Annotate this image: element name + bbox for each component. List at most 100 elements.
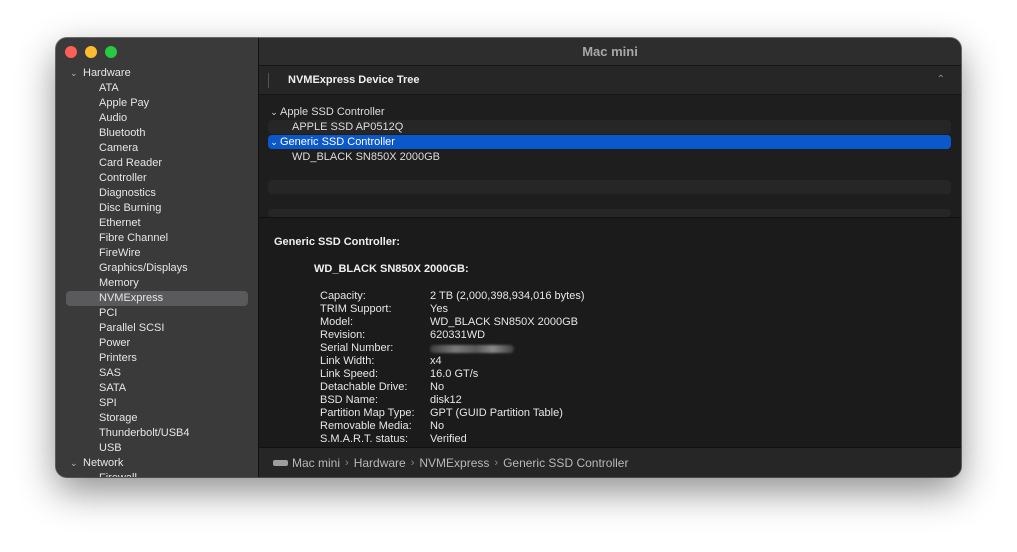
- property-value: Verified: [430, 433, 467, 445]
- tree-row-2[interactable]: ⌄ Generic SSD Controller: [268, 135, 951, 149]
- sidebar-item-pci[interactable]: PCI: [56, 306, 258, 321]
- property-value: GPT (GUID Partition Table): [430, 407, 563, 419]
- property-value: No: [430, 381, 445, 393]
- property-value: 2 TB (2,000,398,934,016 bytes): [430, 290, 585, 302]
- sidebar: ⌄ Hardware ATA Apple Pay Audio Bluetooth Camer…: [56, 38, 259, 477]
- sidebar-item-parallel-scsi[interactable]: Parallel SCSI: [56, 321, 258, 336]
- zoom-button[interactable]: [105, 46, 117, 58]
- sidebar-item-power[interactable]: Power: [56, 336, 258, 351]
- sidebar-item-label: Storage: [99, 412, 138, 424]
- property-row: BSD Name: disk12: [320, 394, 585, 407]
- property-row: Detachable Drive: No: [320, 381, 585, 394]
- sidebar-item-label: Audio: [99, 112, 128, 124]
- chevron-down-icon[interactable]: ⌄: [70, 66, 80, 81]
- property-value: WD_BLACK SN850X 2000GB: [430, 316, 578, 328]
- tree-label-apple-ssd: APPLE SSD AP0512Q: [292, 121, 404, 133]
- property-row: Capacity: 2 TB (2,000,398,934,016 bytes): [320, 290, 585, 303]
- sidebar-group-label: Hardware: [83, 67, 131, 79]
- sidebar-item-spi[interactable]: SPI: [56, 396, 258, 411]
- sidebar-item-label: Diagnostics: [99, 187, 156, 199]
- property-key: Removable Media:: [320, 420, 412, 432]
- sidebar-item-audio[interactable]: Audio: [56, 111, 258, 126]
- chevron-down-icon[interactable]: ⌄: [70, 456, 80, 471]
- tree-empty-row: [268, 209, 951, 217]
- property-value: [430, 342, 514, 355]
- sidebar-item-label: Firewall: [99, 472, 137, 477]
- crumb-mac-mini[interactable]: Mac mini: [292, 456, 340, 470]
- sidebar-item-label: Parallel SCSI: [99, 322, 165, 334]
- chevron-right-icon: ›: [345, 456, 349, 469]
- sidebar-item-label: Fibre Channel: [99, 232, 169, 244]
- property-value: Yes: [430, 303, 448, 315]
- sidebar-item-label: SPI: [99, 397, 117, 409]
- sidebar-item-sas[interactable]: SAS: [56, 366, 258, 381]
- sidebar-item-label: Controller: [99, 172, 147, 184]
- close-button[interactable]: [65, 46, 77, 58]
- sidebar-item-label: USB: [99, 442, 122, 454]
- sidebar-item-firewall[interactable]: Firewall: [56, 471, 258, 477]
- sidebar-item-ethernet[interactable]: Ethernet: [56, 216, 258, 231]
- property-value: disk12: [430, 394, 462, 406]
- tree-row-1[interactable]: APPLE SSD AP0512Q: [268, 120, 951, 134]
- sidebar-tree: ⌄ Hardware ATA Apple Pay Audio Bluetooth Camer…: [56, 66, 258, 477]
- property-key: Capacity:: [320, 290, 366, 302]
- sidebar-item-sata[interactable]: SATA: [56, 381, 258, 396]
- chevron-up-icon[interactable]: ⌃: [937, 66, 945, 94]
- sidebar-item-card-reader[interactable]: Card Reader: [56, 156, 258, 171]
- property-row: Link Width: x4: [320, 355, 585, 368]
- property-row: Revision: 620331WD: [320, 329, 585, 342]
- detail-subtitle: WD_BLACK SN850X 2000GB:: [314, 263, 469, 275]
- sidebar-item-label: Printers: [99, 352, 137, 364]
- sidebar-item-apple-pay[interactable]: Apple Pay: [56, 96, 258, 111]
- property-key: S.M.A.R.T. status:: [320, 433, 409, 445]
- window-title: Mac mini: [259, 38, 961, 66]
- section-divider: [268, 73, 269, 88]
- path-bar: Mac mini › Hardware › NVMExpress › Gener…: [259, 447, 961, 477]
- crumb-generic-ssd-controller[interactable]: Generic SSD Controller: [503, 456, 628, 470]
- sidebar-item-fibre-channel[interactable]: Fibre Channel: [56, 231, 258, 246]
- sidebar-item-label: Memory: [99, 277, 139, 289]
- device-tree: ⌄ Apple SSD Controller APPLE SSD AP0512Q …: [259, 95, 961, 224]
- sidebar-item-storage[interactable]: Storage: [56, 411, 258, 426]
- sidebar-item-controller[interactable]: Controller: [56, 171, 258, 186]
- sidebar-item-thunderbolt-usb4[interactable]: Thunderbolt/USB4: [56, 426, 258, 441]
- sidebar-item-firewire[interactable]: FireWire: [56, 246, 258, 261]
- sidebar-group-hardware[interactable]: ⌄ Hardware: [56, 66, 258, 81]
- minimize-button[interactable]: [85, 46, 97, 58]
- tree-row-3[interactable]: WD_BLACK SN850X 2000GB: [268, 150, 951, 164]
- chevron-down-icon[interactable]: ⌄: [268, 105, 280, 119]
- property-row: Serial Number:: [320, 342, 585, 355]
- tree-row-0[interactable]: ⌄ Apple SSD Controller: [268, 105, 951, 119]
- sidebar-item-printers[interactable]: Printers: [56, 351, 258, 366]
- sidebar-item-label: Graphics/Displays: [99, 262, 188, 274]
- property-list: Capacity: 2 TB (2,000,398,934,016 bytes) T…: [320, 290, 585, 446]
- sidebar-item-nvmexpress[interactable]: NVMExpress: [56, 291, 258, 306]
- chevron-down-icon[interactable]: ⌄: [268, 135, 280, 149]
- sidebar-item-label: Power: [99, 337, 131, 349]
- sidebar-group-network[interactable]: ⌄ Network: [56, 456, 258, 471]
- crumb-hardware[interactable]: Hardware: [354, 456, 406, 470]
- sidebar-item-memory[interactable]: Memory: [56, 276, 258, 291]
- property-key: Partition Map Type:: [320, 407, 415, 419]
- section-header: NVMExpress Device Tree ⌃: [259, 66, 961, 95]
- property-row: Model: WD_BLACK SN850X 2000GB: [320, 316, 585, 329]
- crumb-nvmexpress[interactable]: NVMExpress: [419, 456, 489, 470]
- sidebar-item-diagnostics[interactable]: Diagnostics: [56, 186, 258, 201]
- sidebar-item-bluetooth[interactable]: Bluetooth: [56, 126, 258, 141]
- tree-label-wd-black: WD_BLACK SN850X 2000GB: [292, 151, 440, 163]
- tree-label-generic-controller: Generic SSD Controller: [280, 136, 395, 148]
- property-row: Partition Map Type: GPT (GUID Partition T…: [320, 407, 585, 420]
- sidebar-item-ata[interactable]: ATA: [56, 81, 258, 96]
- property-value: x4: [430, 355, 442, 367]
- property-key: TRIM Support:: [320, 303, 392, 315]
- tree-empty-row: [268, 180, 951, 194]
- section-title: NVMExpress Device Tree: [288, 74, 420, 86]
- sidebar-item-graphics-displays[interactable]: Graphics/Displays: [56, 261, 258, 276]
- sidebar-item-label: Thunderbolt/USB4: [99, 427, 190, 439]
- sidebar-item-camera[interactable]: Camera: [56, 141, 258, 156]
- sidebar-item-usb[interactable]: USB: [56, 441, 258, 456]
- sidebar-item-label: SAS: [99, 367, 122, 379]
- sidebar-item-disc-burning[interactable]: Disc Burning: [56, 201, 258, 216]
- property-key: BSD Name:: [320, 394, 379, 406]
- property-key: Serial Number:: [320, 342, 394, 354]
